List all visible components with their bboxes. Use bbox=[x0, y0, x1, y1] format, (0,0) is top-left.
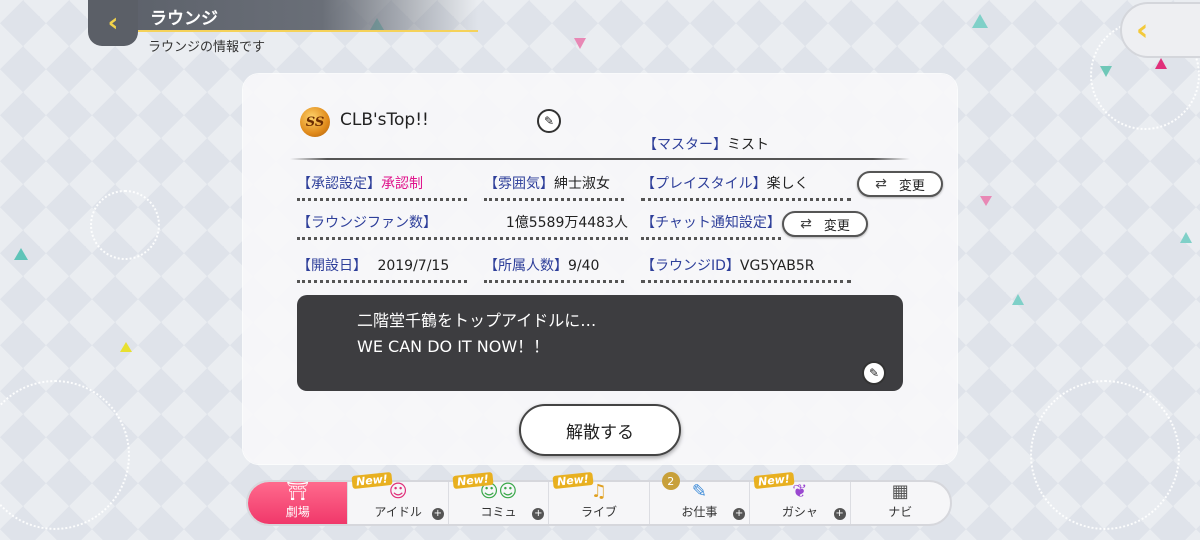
page-subtitle: ラウンジの情報です bbox=[148, 40, 266, 55]
members-field: 【所属人数】9/40 bbox=[484, 255, 624, 283]
page-title: ラウンジ bbox=[150, 9, 218, 29]
lounge-id-label: 【ラウンジID】 bbox=[641, 258, 740, 274]
sparkle-ring bbox=[0, 380, 130, 530]
dotted-underline bbox=[641, 280, 851, 283]
confetti bbox=[1180, 232, 1192, 243]
header-bar bbox=[88, 0, 478, 32]
chat-notify-label: 【チャット通知設定】 bbox=[641, 215, 781, 231]
confetti bbox=[980, 196, 992, 206]
dotted-underline bbox=[297, 198, 467, 201]
navi-icon: ▦ bbox=[891, 481, 909, 502]
approval-value: 承認制 bbox=[381, 176, 423, 192]
refresh-icon: ⇄ bbox=[875, 176, 887, 192]
change-label: 変更 bbox=[898, 178, 925, 194]
fans-value: 1億5589万4483人 bbox=[505, 215, 628, 231]
refresh-icon: ⇄ bbox=[800, 216, 812, 232]
confetti bbox=[574, 38, 586, 49]
nav-idol[interactable]: New! ☺ アイドル + bbox=[347, 471, 447, 524]
nav-label: ガシャ bbox=[781, 505, 818, 519]
playstyle-value: 楽しく bbox=[766, 176, 809, 192]
chevron-left-icon: ‹ bbox=[107, 8, 119, 38]
plus-icon: + bbox=[733, 508, 746, 520]
nav-label: コミュ bbox=[480, 505, 517, 519]
notification-count-badge: 2 bbox=[661, 472, 680, 490]
edit-comment-pencil-icon[interactable]: ✎ bbox=[862, 361, 886, 385]
plus-icon: + bbox=[833, 508, 846, 520]
lounge-comment-box: 二階堂千鶴をトップアイドルに… WE CAN DO IT NOW！！ bbox=[297, 295, 903, 391]
dotted-underline bbox=[484, 280, 624, 283]
plus-icon: + bbox=[532, 508, 545, 520]
members-value: 9/40 bbox=[568, 258, 600, 274]
sparkle-ring bbox=[90, 190, 160, 260]
chevron-left-icon: ‹ bbox=[1136, 12, 1149, 48]
opened-label: 【開設日】 bbox=[297, 258, 367, 274]
lounge-id-field: 【ラウンジID】VG5YAB5R bbox=[641, 255, 851, 283]
back-button[interactable]: ‹ bbox=[88, 0, 138, 46]
dotted-underline bbox=[484, 198, 624, 201]
fans-label: 【ラウンジファン数】 bbox=[297, 215, 437, 231]
chat-notify-field: 【チャット通知設定】 bbox=[641, 212, 781, 240]
lounge-id-value: VG5YAB5R bbox=[739, 258, 815, 274]
bottom-nav: ⛩ 劇場 New! ☺ アイドル + New! ☺☺ コミュ + New! ♫ … bbox=[246, 471, 952, 526]
approval-field: 【承認設定】承認制 bbox=[297, 173, 467, 201]
nav-label: アイドル bbox=[374, 505, 422, 519]
idol-icon: ☺ bbox=[388, 481, 408, 502]
confetti bbox=[972, 14, 988, 28]
comment-line-2: WE CAN DO IT NOW！！ bbox=[357, 337, 550, 356]
mood-value: 紳士淑女 bbox=[554, 176, 610, 192]
dotted-underline bbox=[641, 198, 851, 201]
plus-icon: + bbox=[431, 508, 444, 520]
dotted-underline bbox=[297, 237, 628, 240]
mood-field: 【雰囲気】紳士淑女 bbox=[484, 173, 624, 201]
comment-line-1: 二階堂千鶴をトップアイドルに… bbox=[357, 311, 597, 330]
nav-work[interactable]: 2 ✎ お仕事 + bbox=[648, 472, 749, 524]
dissolve-button[interactable]: 解散する bbox=[519, 404, 681, 456]
master-value: ミスト bbox=[727, 137, 769, 153]
new-badge: New! bbox=[753, 471, 795, 490]
sparkle-ring bbox=[1030, 380, 1180, 530]
nav-commu[interactable]: New! ☺☺ コミュ + bbox=[447, 471, 548, 524]
playstyle-field: 【プレイスタイル】楽しく bbox=[641, 173, 851, 201]
opened-value: 2019/7/15 bbox=[377, 258, 450, 274]
confetti bbox=[14, 248, 28, 260]
opened-field: 【開設日】 2019/7/15 bbox=[297, 255, 467, 283]
nav-gacha[interactable]: New! ❦ ガシャ + bbox=[749, 471, 849, 524]
master-label: 【マスター】 bbox=[643, 137, 727, 153]
nav-theater[interactable]: ⛩ 劇場 bbox=[248, 481, 348, 524]
edit-name-pencil-icon[interactable]: ✎ bbox=[537, 109, 561, 133]
nav-live[interactable]: New! ♫ ライブ bbox=[548, 471, 648, 524]
gacha-icon: ❦ bbox=[792, 481, 808, 502]
mood-label: 【雰囲気】 bbox=[484, 176, 554, 192]
confetti bbox=[1012, 294, 1024, 305]
dotted-underline bbox=[297, 280, 467, 283]
side-menu-button[interactable]: ‹ bbox=[1120, 2, 1200, 58]
lounge-rank-icon: SS bbox=[300, 107, 330, 137]
nav-navi[interactable]: ▦ ナビ bbox=[849, 481, 950, 524]
nav-label: ライブ bbox=[580, 505, 617, 519]
playstyle-label: 【プレイスタイル】 bbox=[641, 176, 767, 192]
nav-label: お仕事 bbox=[681, 505, 718, 519]
confetti bbox=[120, 342, 132, 352]
dotted-underline bbox=[641, 237, 781, 240]
work-icon: ✎ bbox=[691, 481, 707, 502]
nav-label: 劇場 bbox=[285, 505, 310, 519]
live-icon: ♫ bbox=[590, 481, 608, 502]
change-label: 変更 bbox=[823, 218, 850, 234]
new-badge: New! bbox=[351, 471, 393, 490]
nav-label: ナビ bbox=[888, 505, 913, 519]
change-chat-notify-button[interactable]: ⇄ 変更 bbox=[782, 211, 868, 237]
change-playstyle-button[interactable]: ⇄ 変更 bbox=[857, 171, 943, 197]
theater-icon: ⛩ bbox=[286, 481, 310, 502]
fans-field: 【ラウンジファン数】 1億5589万4483人 bbox=[297, 212, 628, 240]
approval-label: 【承認設定】 bbox=[297, 176, 381, 192]
master-field: 【マスター】ミスト bbox=[643, 134, 769, 154]
divider bbox=[290, 158, 910, 160]
members-label: 【所属人数】 bbox=[484, 258, 568, 274]
lounge-name: CLB'sTop!! bbox=[340, 110, 429, 130]
new-badge: New! bbox=[552, 471, 594, 490]
